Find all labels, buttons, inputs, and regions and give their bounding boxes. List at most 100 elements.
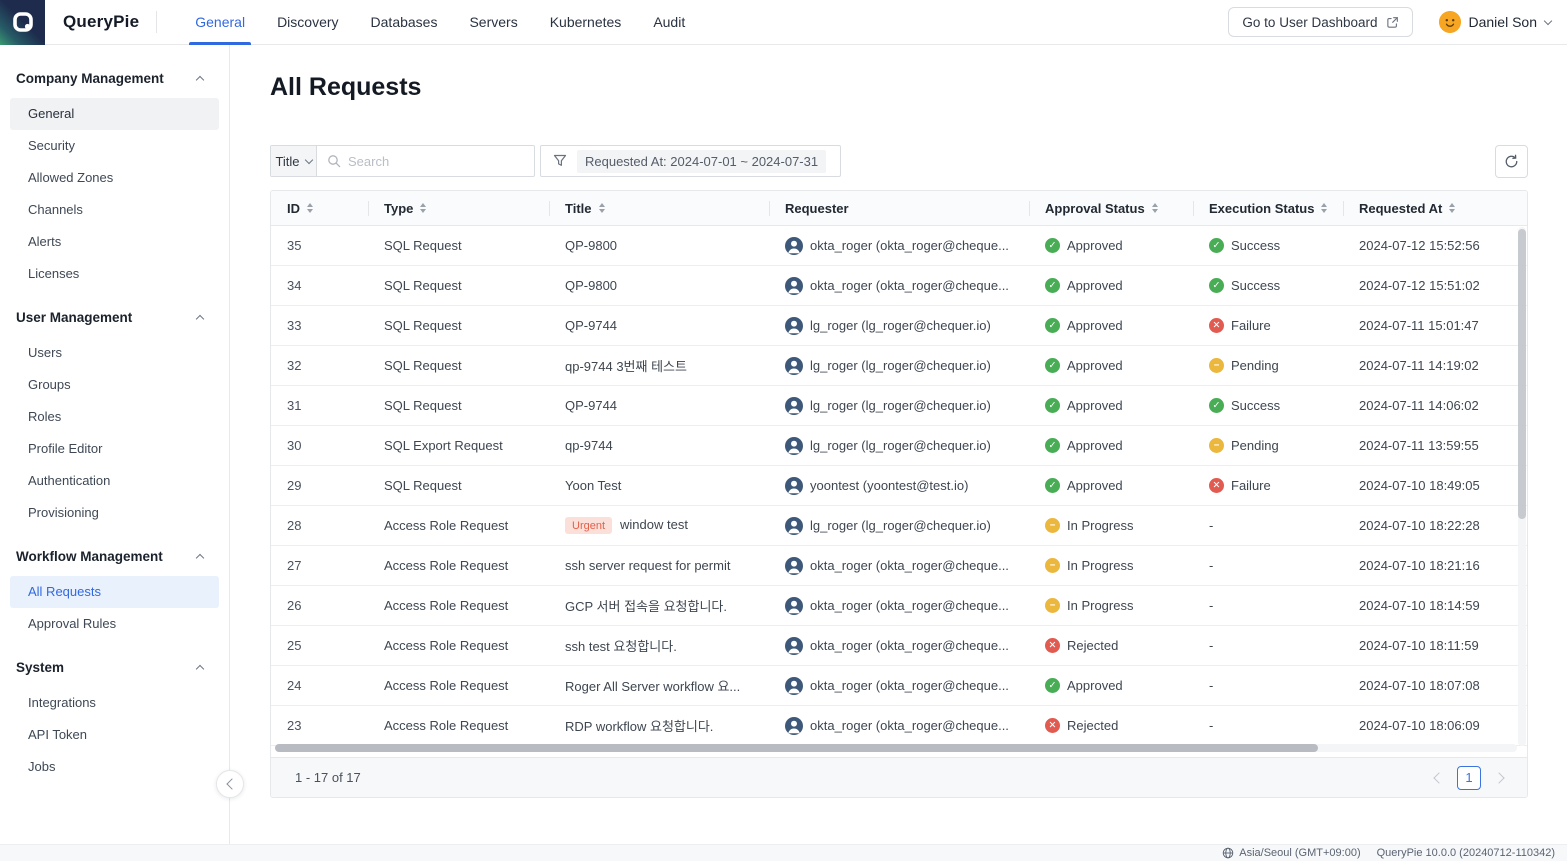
sidebar-item-api-token[interactable]: API Token bbox=[10, 719, 219, 751]
sidebar-item-profile-editor[interactable]: Profile Editor bbox=[10, 433, 219, 465]
next-page-button[interactable] bbox=[1493, 772, 1504, 783]
cell-requested-at: 2024-07-12 15:51:02 bbox=[1343, 278, 1527, 293]
tab-databases[interactable]: Databases bbox=[355, 0, 454, 45]
sidebar-section-user-management[interactable]: User Management bbox=[0, 300, 229, 335]
column-header-requested-at[interactable]: Requested At bbox=[1343, 191, 1527, 225]
cell-requested-at: 2024-07-11 15:01:47 bbox=[1343, 318, 1527, 333]
cell-title: Urgentwindow test bbox=[549, 517, 769, 535]
column-header-id[interactable]: ID bbox=[271, 191, 368, 225]
column-header-title[interactable]: Title bbox=[549, 191, 769, 225]
sidebar-item-users[interactable]: Users bbox=[10, 337, 219, 369]
refresh-icon bbox=[1504, 154, 1519, 169]
cell-title: GCP 서버 접속을 요청합니다. bbox=[549, 596, 769, 615]
sidebar-item-jobs[interactable]: Jobs bbox=[10, 751, 219, 783]
chevron-down-icon bbox=[1544, 16, 1552, 24]
page-title: All Requests bbox=[270, 73, 421, 102]
table-row[interactable]: 26 Access Role Request GCP 서버 접속을 요청합니다.… bbox=[271, 586, 1527, 626]
sidebar-item-provisioning[interactable]: Provisioning bbox=[10, 497, 219, 529]
sidebar-section-company-management[interactable]: Company Management bbox=[0, 61, 229, 96]
sidebar-item-authentication[interactable]: Authentication bbox=[10, 465, 219, 497]
sidebar-section-workflow-management[interactable]: Workflow Management bbox=[0, 539, 229, 574]
tab-kubernetes[interactable]: Kubernetes bbox=[534, 0, 638, 45]
sidebar-item-channels[interactable]: Channels bbox=[10, 194, 219, 226]
cell-execution-status: ✓ Success bbox=[1193, 398, 1343, 413]
table-row[interactable]: 24 Access Role Request Roger All Server … bbox=[271, 666, 1527, 706]
column-header-approval-status[interactable]: Approval Status bbox=[1029, 191, 1193, 225]
sidebar-section-system[interactable]: System bbox=[0, 650, 229, 685]
column-header-type[interactable]: Type bbox=[368, 191, 549, 225]
cell-requested-at: 2024-07-11 13:59:55 bbox=[1343, 438, 1527, 453]
sidebar-collapse-button[interactable] bbox=[216, 770, 244, 798]
pagination: 1 bbox=[1432, 766, 1503, 790]
table-row[interactable]: 31 SQL Request QP-9744 lg_roger (lg_roge… bbox=[271, 386, 1527, 426]
refresh-button[interactable] bbox=[1495, 145, 1528, 178]
smiley-face-icon bbox=[1439, 11, 1461, 33]
table-row[interactable]: 32 SQL Request qp-9744 3번째 테스트 lg_roger … bbox=[271, 346, 1527, 386]
table-row[interactable]: 27 Access Role Request ssh server reques… bbox=[271, 546, 1527, 586]
search-input[interactable] bbox=[348, 154, 524, 169]
table-row[interactable]: 28 Access Role Request Urgentwindow test… bbox=[271, 506, 1527, 546]
requester-avatar-icon bbox=[785, 437, 803, 455]
sidebar-item-roles[interactable]: Roles bbox=[10, 401, 219, 433]
brand-title: QueryPie bbox=[63, 12, 139, 32]
cell-approval-status: ✓ Approved bbox=[1029, 478, 1193, 493]
querypie-logo[interactable] bbox=[0, 0, 45, 45]
table-row[interactable]: 33 SQL Request QP-9744 lg_roger (lg_roge… bbox=[271, 306, 1527, 346]
cell-execution-status: - bbox=[1193, 638, 1343, 653]
column-header-requester[interactable]: Requester bbox=[769, 191, 1029, 225]
cell-approval-status: ✓ Approved bbox=[1029, 398, 1193, 413]
table-row[interactable]: 29 SQL Request Yoon Test yoontest (yoont… bbox=[271, 466, 1527, 506]
column-header-execution-status[interactable]: Execution Status bbox=[1193, 191, 1343, 225]
page-number-button[interactable]: 1 bbox=[1457, 766, 1481, 790]
sidebar-item-all-requests[interactable]: All Requests bbox=[10, 576, 219, 608]
cell-id: 32 bbox=[271, 358, 368, 373]
cell-type: Access Role Request bbox=[368, 678, 549, 693]
vertical-scrollbar[interactable] bbox=[1518, 227, 1526, 746]
user-menu[interactable]: Daniel Son bbox=[1439, 11, 1552, 33]
search-field-selector[interactable]: Title bbox=[271, 146, 317, 176]
cell-title: qp-9744 bbox=[549, 438, 769, 453]
cell-type: Access Role Request bbox=[368, 558, 549, 573]
cell-type: SQL Export Request bbox=[368, 438, 549, 453]
tab-audit[interactable]: Audit bbox=[637, 0, 701, 45]
sidebar-item-groups[interactable]: Groups bbox=[10, 369, 219, 401]
sidebar-item-licenses[interactable]: Licenses bbox=[10, 258, 219, 290]
cell-type: Access Role Request bbox=[368, 598, 549, 613]
main-content: All Requests Title Requested At: 2024-07… bbox=[230, 45, 1567, 844]
filter-group: Requested At: 2024-07-01 ~ 2024-07-31 bbox=[540, 145, 841, 177]
requester-avatar-icon bbox=[785, 397, 803, 415]
cell-title: QP-9800 bbox=[549, 238, 769, 253]
status-icon: ✓ bbox=[1209, 278, 1224, 293]
table-row[interactable]: 23 Access Role Request RDP workflow 요청합니… bbox=[271, 706, 1527, 746]
previous-page-button[interactable] bbox=[1433, 772, 1444, 783]
sidebar-item-integrations[interactable]: Integrations bbox=[10, 687, 219, 719]
sidebar-item-approval-rules[interactable]: Approval Rules bbox=[10, 608, 219, 640]
table-row[interactable]: 34 SQL Request QP-9800 okta_roger (okta_… bbox=[271, 266, 1527, 306]
cell-id: 27 bbox=[271, 558, 368, 573]
tab-servers[interactable]: Servers bbox=[453, 0, 533, 45]
tab-general[interactable]: General bbox=[179, 0, 261, 45]
sidebar-item-general[interactable]: General bbox=[10, 98, 219, 130]
table-body: 35 SQL Request QP-9800 okta_roger (okta_… bbox=[271, 226, 1527, 746]
cell-type: SQL Request bbox=[368, 238, 549, 253]
date-filter-chip[interactable]: Requested At: 2024-07-01 ~ 2024-07-31 bbox=[577, 150, 826, 173]
table-row[interactable]: 35 SQL Request QP-9800 okta_roger (okta_… bbox=[271, 226, 1527, 266]
sidebar: Company Management GeneralSecurityAllowe… bbox=[0, 45, 230, 844]
sort-icon bbox=[1449, 203, 1455, 213]
cell-title: ssh test 요청합니다. bbox=[549, 636, 769, 655]
sort-icon bbox=[307, 203, 313, 213]
table-row[interactable]: 25 Access Role Request ssh test 요청합니다. o… bbox=[271, 626, 1527, 666]
table-row[interactable]: 30 SQL Export Request qp-9744 lg_roger (… bbox=[271, 426, 1527, 466]
cell-requester: okta_roger (okta_roger@cheque... bbox=[769, 237, 1029, 255]
brand-divider bbox=[156, 11, 157, 33]
sidebar-item-alerts[interactable]: Alerts bbox=[10, 226, 219, 258]
cell-execution-status: ✓ Success bbox=[1193, 278, 1343, 293]
tab-discovery[interactable]: Discovery bbox=[261, 0, 354, 45]
horizontal-scrollbar-thumb[interactable] bbox=[275, 744, 1318, 752]
vertical-scrollbar-thumb[interactable] bbox=[1518, 229, 1526, 519]
go-to-user-dashboard-button[interactable]: Go to User Dashboard bbox=[1228, 7, 1412, 37]
sidebar-item-security[interactable]: Security bbox=[10, 130, 219, 162]
sidebar-item-allowed-zones[interactable]: Allowed Zones bbox=[10, 162, 219, 194]
horizontal-scrollbar[interactable] bbox=[275, 744, 1517, 752]
cell-execution-status: ✓ Success bbox=[1193, 238, 1343, 253]
